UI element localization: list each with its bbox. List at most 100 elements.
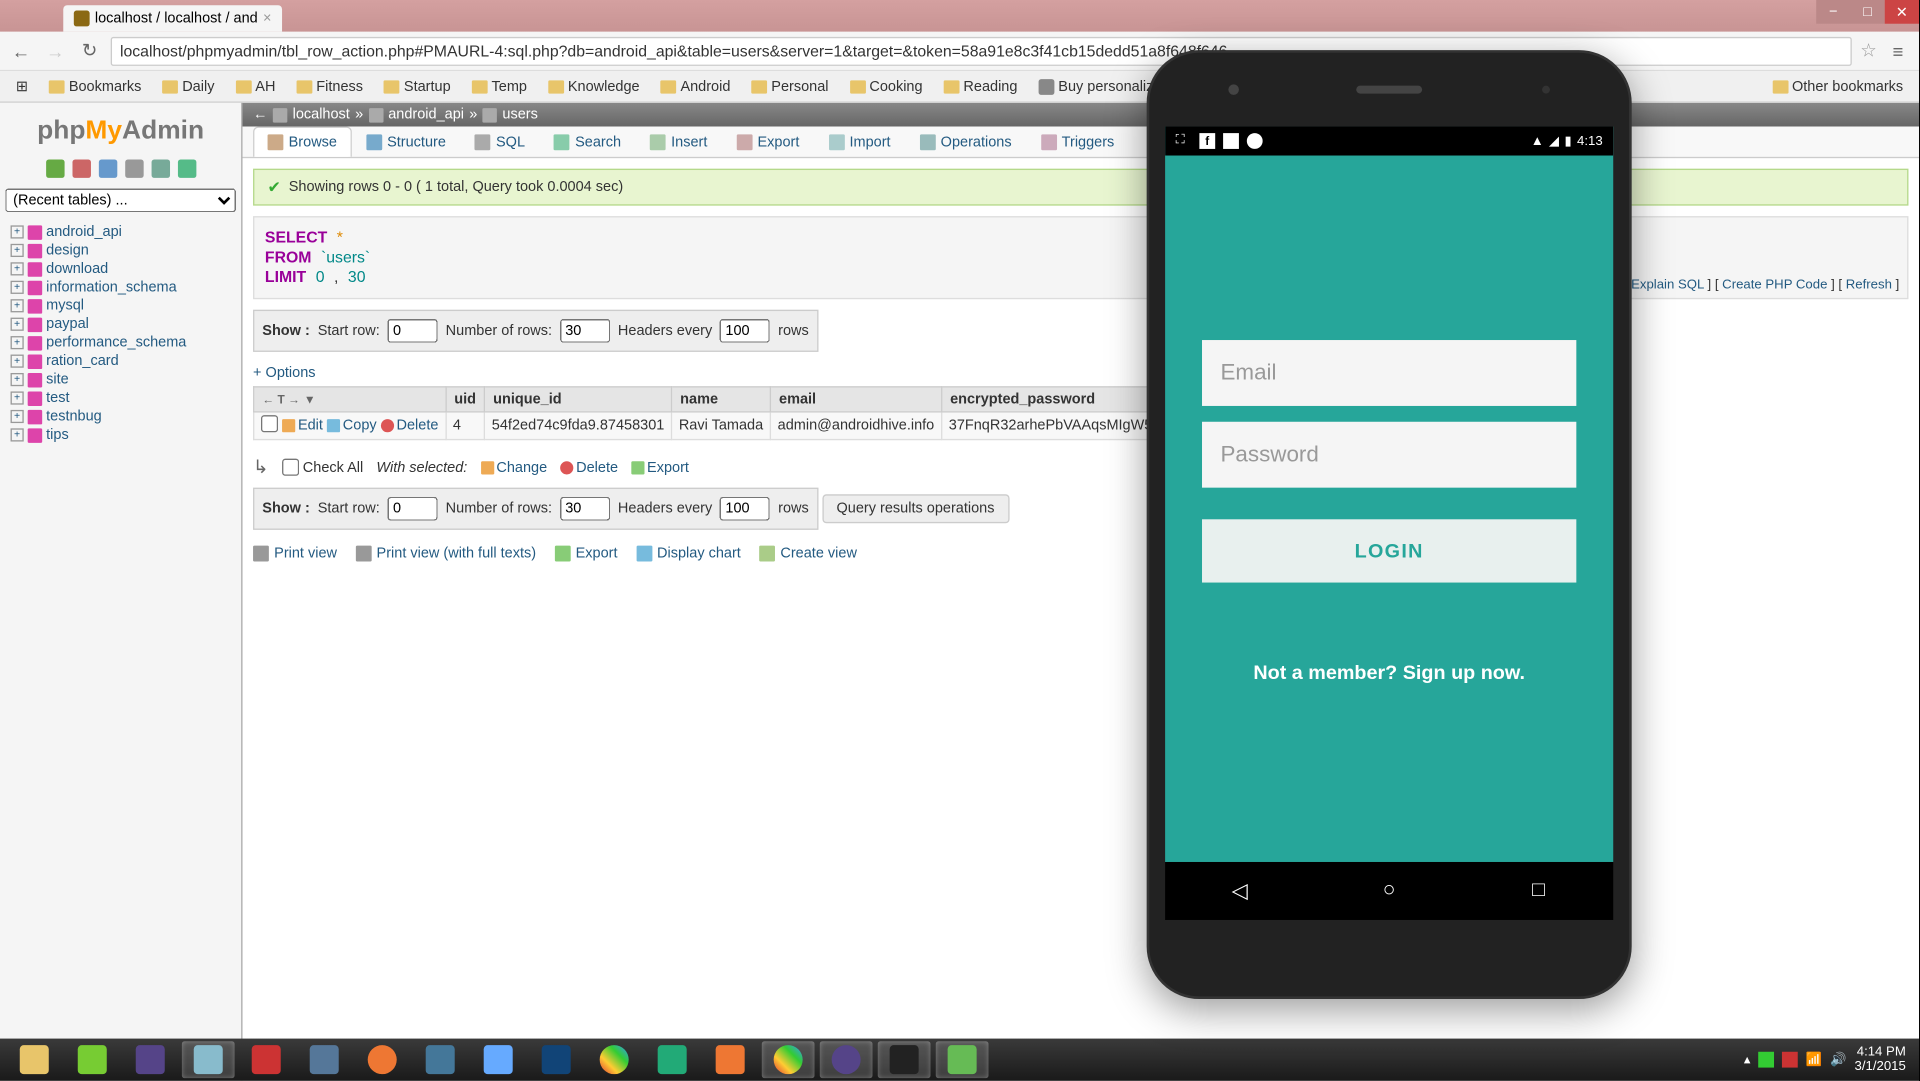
db-node[interactable]: +mysql [11, 297, 231, 315]
expand-icon[interactable]: + [11, 299, 24, 312]
back-button[interactable]: ◁ [1227, 878, 1253, 904]
tab-sql[interactable]: SQL [460, 127, 539, 157]
home-button[interactable]: ○ [1376, 878, 1402, 904]
taskbar-item[interactable] [588, 1041, 641, 1078]
network-icon[interactable]: 📶 [1806, 1052, 1822, 1066]
other-bookmarks[interactable]: Other bookmarks [1764, 76, 1911, 97]
taskbar-item[interactable] [530, 1041, 583, 1078]
num-rows-input[interactable] [560, 319, 610, 343]
bookmark-item[interactable]: Fitness [289, 76, 371, 97]
create-php-link[interactable]: Create PHP Code [1722, 278, 1827, 292]
taskbar-item[interactable] [762, 1041, 815, 1078]
email-field[interactable]: Email [1202, 340, 1576, 406]
expand-icon[interactable]: + [11, 428, 24, 441]
bookmark-item[interactable]: Daily [155, 76, 223, 97]
bookmark-item[interactable]: Android [653, 76, 739, 97]
expand-icon[interactable]: + [11, 373, 24, 386]
start-row-input[interactable] [388, 319, 438, 343]
bookmarks-folder[interactable]: Bookmarks [41, 76, 149, 97]
display-chart-link[interactable]: Display chart [636, 546, 741, 562]
copy-button[interactable]: Copy [327, 418, 377, 434]
taskbar-item[interactable] [124, 1041, 177, 1078]
taskbar-item[interactable] [820, 1041, 873, 1078]
sort-header[interactable]: ← T → ▼ [254, 387, 446, 412]
create-view-link[interactable]: Create view [759, 546, 857, 562]
tab-structure[interactable]: Structure [351, 127, 460, 157]
expand-icon[interactable]: + [11, 225, 24, 238]
db-node[interactable]: +information_schema [11, 278, 231, 296]
bookmark-star-icon[interactable]: ☆ [1860, 40, 1877, 62]
taskbar-item[interactable] [66, 1041, 119, 1078]
tab-close-icon[interactable]: × [263, 11, 271, 27]
tray-icon[interactable] [1758, 1052, 1774, 1068]
taskbar-item[interactable] [414, 1041, 467, 1078]
tab-search[interactable]: Search [540, 127, 636, 157]
column-header[interactable]: name [672, 387, 771, 412]
check-all-checkbox[interactable] [282, 459, 299, 476]
row-checkbox[interactable] [261, 415, 278, 432]
breadcrumb-db[interactable]: android_api [388, 107, 464, 123]
browser-tab[interactable]: localhost / localhost / and × [63, 5, 282, 31]
db-node[interactable]: +performance_schema [11, 333, 231, 351]
expand-icon[interactable]: + [11, 318, 24, 331]
volume-icon[interactable]: 🔊 [1830, 1052, 1846, 1066]
taskbar-item[interactable] [704, 1041, 757, 1078]
options-toggle[interactable]: + Options [253, 360, 1908, 386]
tray-icon[interactable] [1782, 1052, 1798, 1068]
logout-icon[interactable] [72, 159, 90, 177]
settings-icon[interactable] [151, 159, 169, 177]
taskbar-item[interactable] [298, 1041, 351, 1078]
expand-icon[interactable]: + [11, 410, 24, 423]
db-node[interactable]: +tips [11, 426, 231, 444]
db-node[interactable]: +test [11, 389, 231, 407]
taskbar-item[interactable] [472, 1041, 525, 1078]
headers-every-input[interactable] [720, 319, 770, 343]
export-link[interactable]: Export [555, 546, 618, 562]
expand-icon[interactable]: + [11, 262, 24, 275]
expand-icon[interactable]: + [11, 281, 24, 294]
delete-button[interactable]: Delete [381, 418, 439, 434]
signup-link[interactable]: Not a member? Sign up now. [1202, 662, 1576, 684]
breadcrumb-table[interactable]: users [502, 107, 537, 123]
taskbar-item[interactable] [240, 1041, 293, 1078]
collapse-icon[interactable]: ← [253, 107, 267, 123]
taskbar-item[interactable] [182, 1041, 235, 1078]
bulk-delete[interactable]: Delete [560, 459, 618, 475]
window-maximize-button[interactable]: □ [1850, 0, 1884, 24]
breadcrumb-server[interactable]: localhost [293, 107, 350, 123]
taskbar-clock[interactable]: 4:14 PM 3/1/2015 [1855, 1045, 1906, 1074]
bulk-change[interactable]: Change [481, 459, 548, 475]
expand-icon[interactable]: + [11, 355, 24, 368]
tab-import[interactable]: Import [814, 127, 905, 157]
back-button[interactable]: ← [8, 38, 34, 64]
tab-browse[interactable]: Browse [253, 127, 351, 157]
login-button[interactable]: LOGIN [1202, 519, 1576, 582]
taskbar-item[interactable] [8, 1041, 61, 1078]
db-node[interactable]: +paypal [11, 315, 231, 333]
refresh-link[interactable]: Refresh [1846, 278, 1892, 292]
menu-icon[interactable]: ≡ [1885, 38, 1911, 64]
db-node[interactable]: +android_api [11, 223, 231, 241]
db-node[interactable]: +testnbug [11, 407, 231, 425]
edit-button[interactable]: Edit [282, 418, 323, 434]
home-icon[interactable] [45, 159, 63, 177]
taskbar-item[interactable] [356, 1041, 409, 1078]
expand-icon[interactable]: + [11, 336, 24, 349]
recent-button[interactable]: □ [1525, 878, 1551, 904]
window-close-button[interactable]: ✕ [1885, 0, 1919, 24]
tab-triggers[interactable]: Triggers [1026, 127, 1129, 157]
recent-tables-select[interactable]: (Recent tables) ... [5, 188, 236, 212]
expand-icon[interactable]: + [11, 391, 24, 404]
headers-every-input[interactable] [720, 497, 770, 521]
tab-insert[interactable]: Insert [636, 127, 722, 157]
taskbar-item[interactable] [646, 1041, 699, 1078]
taskbar-item[interactable] [936, 1041, 989, 1078]
explain-sql-link[interactable]: Explain SQL [1631, 278, 1704, 292]
bookmark-item[interactable]: AH [228, 76, 284, 97]
forward-button[interactable]: → [42, 38, 68, 64]
print-view-full-link[interactable]: Print view (with full texts) [355, 546, 536, 562]
db-node[interactable]: +site [11, 370, 231, 388]
num-rows-input[interactable] [560, 497, 610, 521]
reload-icon[interactable] [177, 159, 195, 177]
taskbar-item[interactable] [878, 1041, 931, 1078]
